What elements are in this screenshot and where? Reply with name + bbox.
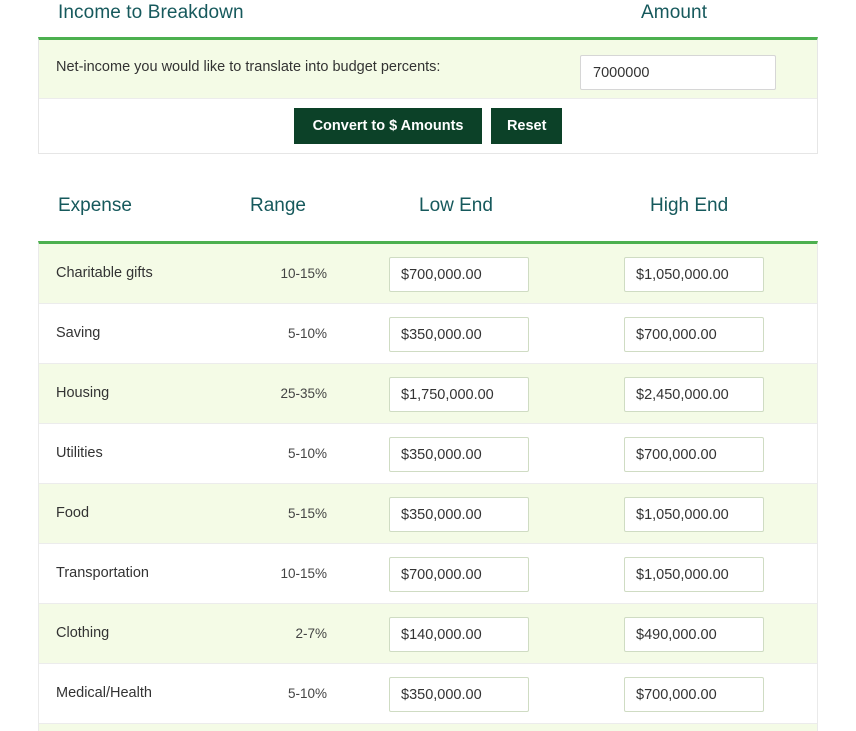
table-row [39, 724, 817, 731]
action-buttons-row: Convert to $ Amounts Reset [39, 99, 817, 153]
income-breakdown-section: Income to Breakdown Amount Net-income yo… [0, 0, 856, 154]
budget-breakdown-page: Income to Breakdown Amount Net-income yo… [0, 0, 856, 731]
amount-column-header: Amount [641, 2, 708, 23]
high-end-input[interactable] [624, 497, 764, 532]
table-row: Medical/Health 5-10% [39, 664, 817, 724]
expense-name: Transportation [56, 565, 149, 581]
income-input-panel: Net-income you would like to translate i… [38, 37, 818, 154]
low-end-input[interactable] [389, 497, 529, 532]
income-section-header: Income to Breakdown Amount [0, 0, 856, 37]
expense-range: 5-15% [287, 506, 327, 521]
expense-range: 5-10% [287, 446, 327, 461]
expense-range: 10-15% [280, 266, 327, 281]
table-row: Housing 25-35% [39, 364, 817, 424]
low-end-input[interactable] [389, 377, 529, 412]
expense-table-header: Expense Range Low End High End [0, 192, 856, 241]
high-end-input[interactable] [624, 617, 764, 652]
low-end-input[interactable] [389, 437, 529, 472]
table-row: Food 5-15% [39, 484, 817, 544]
high-end-input[interactable] [624, 257, 764, 292]
high-end-input[interactable] [624, 317, 764, 352]
expense-name: Housing [56, 385, 110, 401]
expense-name: Food [56, 505, 90, 521]
page-title: Income to Breakdown [58, 2, 244, 23]
expense-range: 5-10% [287, 326, 327, 341]
expense-range: 2-7% [295, 626, 327, 641]
expense-table: Charitable gifts 10-15% Saving 5-10% Housing… [38, 241, 818, 731]
expense-name: Saving [56, 325, 101, 341]
high-end-input[interactable] [624, 677, 764, 712]
expense-range: 25-35% [280, 386, 327, 401]
table-row: Utilities 5-10% [39, 424, 817, 484]
expense-name: Charitable gifts [56, 265, 153, 281]
low-end-input[interactable] [389, 317, 529, 352]
table-row: Transportation 10-15% [39, 544, 817, 604]
column-header-high-end: High End [650, 195, 729, 216]
net-income-input[interactable] [580, 55, 776, 90]
low-end-input[interactable] [389, 257, 529, 292]
net-income-label: Net-income you would like to translate i… [56, 59, 441, 75]
expense-breakdown-section: Expense Range Low End High End Charitabl… [0, 192, 856, 731]
low-end-input[interactable] [389, 617, 529, 652]
column-header-range: Range [250, 195, 306, 216]
expense-name: Clothing [56, 625, 110, 641]
column-header-expense: Expense [58, 195, 132, 216]
table-row: Clothing 2-7% [39, 604, 817, 664]
reset-button[interactable]: Reset [490, 108, 563, 144]
expense-range: 5-10% [287, 686, 327, 701]
table-row: Saving 5-10% [39, 304, 817, 364]
expense-name: Medical/Health [56, 685, 152, 701]
table-row: Charitable gifts 10-15% [39, 244, 817, 304]
expense-range: 10-15% [280, 566, 327, 581]
high-end-input[interactable] [624, 377, 764, 412]
net-income-row: Net-income you would like to translate i… [39, 40, 817, 99]
low-end-input[interactable] [389, 557, 529, 592]
convert-to-dollar-amounts-button[interactable]: Convert to $ Amounts [293, 108, 483, 144]
expense-name: Utilities [56, 445, 103, 461]
low-end-input[interactable] [389, 677, 529, 712]
high-end-input[interactable] [624, 437, 764, 472]
column-header-low-end: Low End [419, 195, 493, 216]
high-end-input[interactable] [624, 557, 764, 592]
